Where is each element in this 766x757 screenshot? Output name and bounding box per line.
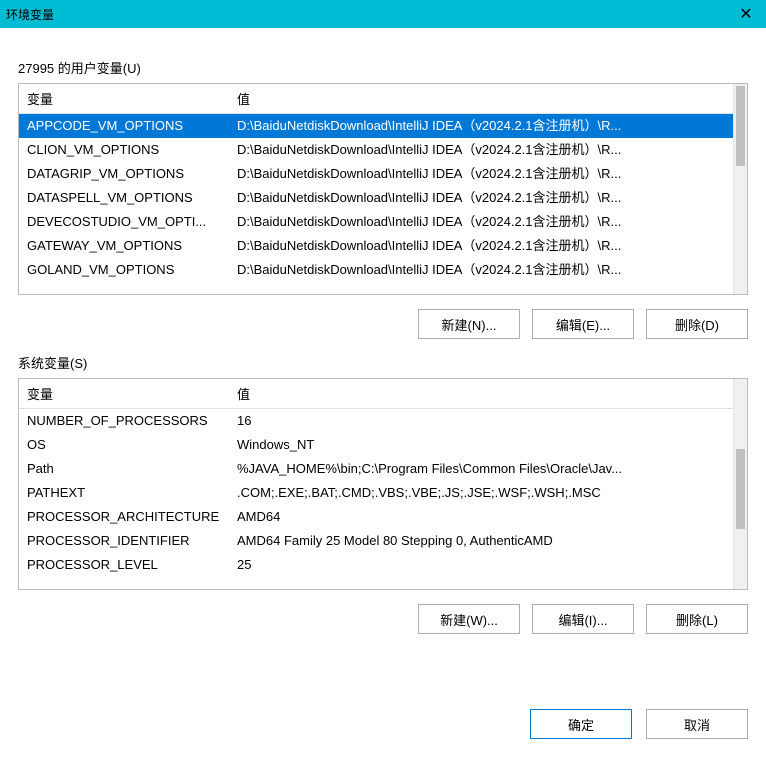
user-vars-table[interactable]: 变量 值 APPCODE_VM_OPTIONSD:\BaiduNetdiskDo… — [18, 83, 748, 295]
value-cell: D:\BaiduNetdiskDownload\IntelliJ IDEA（v2… — [229, 186, 733, 210]
variable-cell: PATHEXT — [19, 481, 229, 505]
value-cell: AMD64 Family 25 Model 80 Stepping 0, Aut… — [229, 529, 733, 553]
user-col-variable[interactable]: 变量 — [19, 84, 229, 114]
value-cell: D:\BaiduNetdiskDownload\IntelliJ IDEA（v2… — [229, 258, 733, 282]
table-row[interactable]: PROCESSOR_ARCHITECTUREAMD64 — [19, 505, 733, 529]
scrollbar-thumb[interactable] — [736, 86, 745, 166]
value-cell: Windows_NT — [229, 433, 733, 457]
variable-cell: GATEWAY_VM_OPTIONS — [19, 234, 229, 258]
table-row[interactable]: Path%JAVA_HOME%\bin;C:\Program Files\Com… — [19, 457, 733, 481]
table-row[interactable]: GATEWAY_VM_OPTIONSD:\BaiduNetdiskDownloa… — [19, 234, 733, 258]
variable-cell: APPCODE_VM_OPTIONS — [19, 114, 229, 139]
value-cell: D:\BaiduNetdiskDownload\IntelliJ IDEA（v2… — [229, 210, 733, 234]
value-cell: 25 — [229, 553, 733, 577]
system-buttons: 新建(W)... 编辑(I)... 删除(L) — [18, 604, 748, 634]
variable-cell: Path — [19, 457, 229, 481]
table-row[interactable]: APPCODE_VM_OPTIONSD:\BaiduNetdiskDownloa… — [19, 114, 733, 139]
variable-cell: NUMBER_OF_PROCESSORS — [19, 409, 229, 434]
system-vars-label: 系统变量(S) — [18, 353, 748, 372]
titlebar: 环境变量 ✕ — [0, 0, 766, 28]
table-row[interactable]: PROCESSOR_LEVEL25 — [19, 553, 733, 577]
value-cell: D:\BaiduNetdiskDownload\IntelliJ IDEA（v2… — [229, 234, 733, 258]
user-vars-label: 27995 的用户变量(U) — [18, 58, 748, 77]
window-title: 环境变量 — [6, 6, 54, 23]
variable-cell: DATAGRIP_VM_OPTIONS — [19, 162, 229, 186]
system-scrollbar[interactable] — [733, 379, 747, 589]
value-cell: AMD64 — [229, 505, 733, 529]
system-col-variable[interactable]: 变量 — [19, 379, 229, 409]
user-delete-button[interactable]: 删除(D) — [646, 309, 748, 339]
value-cell: D:\BaiduNetdiskDownload\IntelliJ IDEA（v2… — [229, 138, 733, 162]
dialog-footer: 确定 取消 — [18, 705, 748, 739]
table-row[interactable]: NUMBER_OF_PROCESSORS16 — [19, 409, 733, 434]
value-cell: D:\BaiduNetdiskDownload\IntelliJ IDEA（v2… — [229, 114, 733, 139]
table-row[interactable]: CLION_VM_OPTIONSD:\BaiduNetdiskDownload\… — [19, 138, 733, 162]
variable-cell: OS — [19, 433, 229, 457]
system-edit-button[interactable]: 编辑(I)... — [532, 604, 634, 634]
system-vars-table[interactable]: 变量 值 NUMBER_OF_PROCESSORS16OSWindows_NTP… — [18, 378, 748, 590]
user-new-button[interactable]: 新建(N)... — [418, 309, 520, 339]
table-row[interactable]: DATAGRIP_VM_OPTIONSD:\BaiduNetdiskDownlo… — [19, 162, 733, 186]
scrollbar-thumb[interactable] — [736, 449, 745, 529]
ok-button[interactable]: 确定 — [530, 709, 632, 739]
dialog-content: 27995 的用户变量(U) 变量 值 APPCODE_VM_OPTIONSD:… — [0, 28, 766, 757]
system-new-button[interactable]: 新建(W)... — [418, 604, 520, 634]
user-edit-button[interactable]: 编辑(E)... — [532, 309, 634, 339]
variable-cell: CLION_VM_OPTIONS — [19, 138, 229, 162]
value-cell: D:\BaiduNetdiskDownload\IntelliJ IDEA（v2… — [229, 162, 733, 186]
table-row[interactable]: DEVECOSTUDIO_VM_OPTI...D:\BaiduNetdiskDo… — [19, 210, 733, 234]
user-col-value[interactable]: 值 — [229, 84, 733, 114]
variable-cell: GOLAND_VM_OPTIONS — [19, 258, 229, 282]
variable-cell: PROCESSOR_IDENTIFIER — [19, 529, 229, 553]
system-delete-button[interactable]: 删除(L) — [646, 604, 748, 634]
table-row[interactable]: PATHEXT.COM;.EXE;.BAT;.CMD;.VBS;.VBE;.JS… — [19, 481, 733, 505]
value-cell: .COM;.EXE;.BAT;.CMD;.VBS;.VBE;.JS;.JSE;.… — [229, 481, 733, 505]
table-row[interactable]: OSWindows_NT — [19, 433, 733, 457]
variable-cell: DATASPELL_VM_OPTIONS — [19, 186, 229, 210]
cancel-button[interactable]: 取消 — [646, 709, 748, 739]
user-scrollbar[interactable] — [733, 84, 747, 294]
system-col-value[interactable]: 值 — [229, 379, 733, 409]
table-row[interactable]: DATASPELL_VM_OPTIONSD:\BaiduNetdiskDownl… — [19, 186, 733, 210]
variable-cell: PROCESSOR_LEVEL — [19, 553, 229, 577]
table-row[interactable]: GOLAND_VM_OPTIONSD:\BaiduNetdiskDownload… — [19, 258, 733, 282]
close-icon[interactable]: ✕ — [726, 0, 766, 28]
value-cell: %JAVA_HOME%\bin;C:\Program Files\Common … — [229, 457, 733, 481]
value-cell: 16 — [229, 409, 733, 434]
table-row[interactable]: PROCESSOR_IDENTIFIERAMD64 Family 25 Mode… — [19, 529, 733, 553]
variable-cell: PROCESSOR_ARCHITECTURE — [19, 505, 229, 529]
user-buttons: 新建(N)... 编辑(E)... 删除(D) — [18, 309, 748, 339]
variable-cell: DEVECOSTUDIO_VM_OPTI... — [19, 210, 229, 234]
